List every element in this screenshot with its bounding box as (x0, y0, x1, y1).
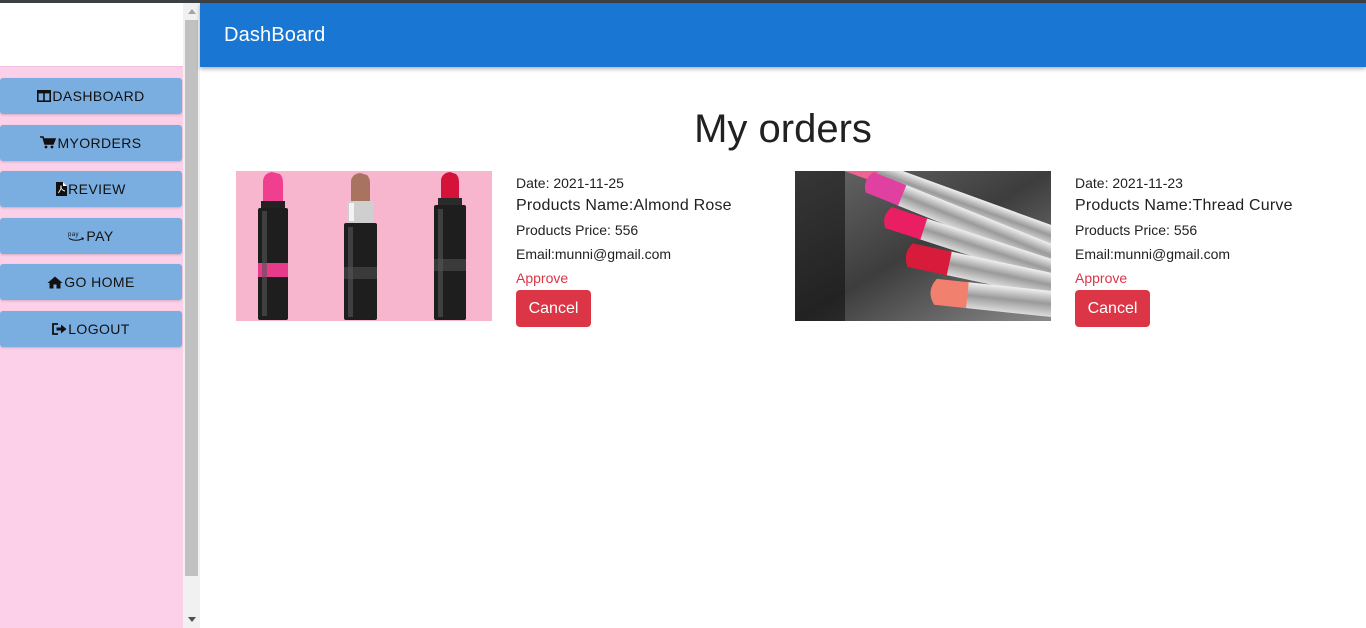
app-bar-title: DashBoard (224, 23, 326, 46)
product-price: Products Price: 556 (516, 222, 639, 238)
order-status: Approve (1075, 270, 1128, 286)
order-details: Date: 2021-11-25 Products Name:Almond Ro… (516, 175, 732, 327)
product-name: Products Name:Thread Curve (1075, 197, 1293, 214)
order-status: Approve (516, 270, 569, 286)
sidebar-item-review[interactable]: REVIEW (0, 171, 182, 207)
sidebar-item-label: LOGOUT (68, 320, 130, 337)
scroll-up-arrow-icon[interactable] (183, 3, 200, 20)
order-email: Email:munni@gmail.com (516, 246, 672, 262)
sidebar-item-logout[interactable]: LOGOUT (0, 310, 182, 347)
sidebar-item-pay[interactable]: pay PAY (0, 217, 182, 254)
product-price: Products Price: 556 (1075, 222, 1198, 238)
sidebar-item-dashboard[interactable]: DASHBOARD (0, 78, 182, 114)
sidebar-nav: DASHBOARD MYORDERS REVIEW pay PAY GO HOM… (0, 67, 183, 347)
order-email: Email:munni@gmail.com (1075, 246, 1231, 262)
sidebar-item-label: MYORDERS (57, 134, 142, 151)
home-icon (47, 276, 63, 289)
sidebar: DASHBOARD MYORDERS REVIEW pay PAY GO HOM… (0, 3, 183, 628)
order-details: Date: 2021-11-23 Products Name:Thread Cu… (1075, 175, 1293, 327)
file-pdf-icon (56, 182, 68, 196)
page-title: My orders (694, 107, 872, 151)
scrollbar-thumb[interactable] (185, 20, 198, 576)
sidebar-scrollbar[interactable] (183, 3, 200, 628)
order-date: Date: 2021-11-23 (1075, 175, 1183, 191)
sidebar-item-go-home[interactable]: GO HOME (0, 264, 182, 300)
order-date: Date: 2021-11-25 (516, 175, 624, 191)
cancel-order-button[interactable]: Cancel (516, 290, 591, 327)
product-image (236, 171, 492, 321)
sidebar-header (0, 3, 183, 67)
product-image (795, 171, 1051, 321)
sidebar-item-label: REVIEW (68, 181, 126, 197)
order-card: Date: 2021-11-23 Products Name:Thread Cu… (795, 171, 1315, 331)
amazon-pay-icon: pay (68, 230, 85, 242)
product-name: Products Name:Almond Rose (516, 197, 732, 214)
sidebar-item-label: PAY (86, 227, 114, 244)
cancel-order-button[interactable]: Cancel (1075, 290, 1150, 327)
sign-out-icon (52, 322, 67, 335)
columns-icon (37, 90, 52, 102)
sidebar-item-myorders[interactable]: MYORDERS (0, 124, 182, 161)
svg-text:pay: pay (68, 232, 79, 238)
sidebar-item-label: DASHBOARD (52, 88, 145, 104)
scroll-down-arrow-icon[interactable] (183, 611, 200, 628)
order-card: Date: 2021-11-25 Products Name:Almond Ro… (236, 171, 756, 331)
sidebar-item-label: GO HOME (64, 274, 135, 290)
app-bar: DashBoard (200, 3, 1366, 67)
cart-icon (40, 136, 57, 149)
